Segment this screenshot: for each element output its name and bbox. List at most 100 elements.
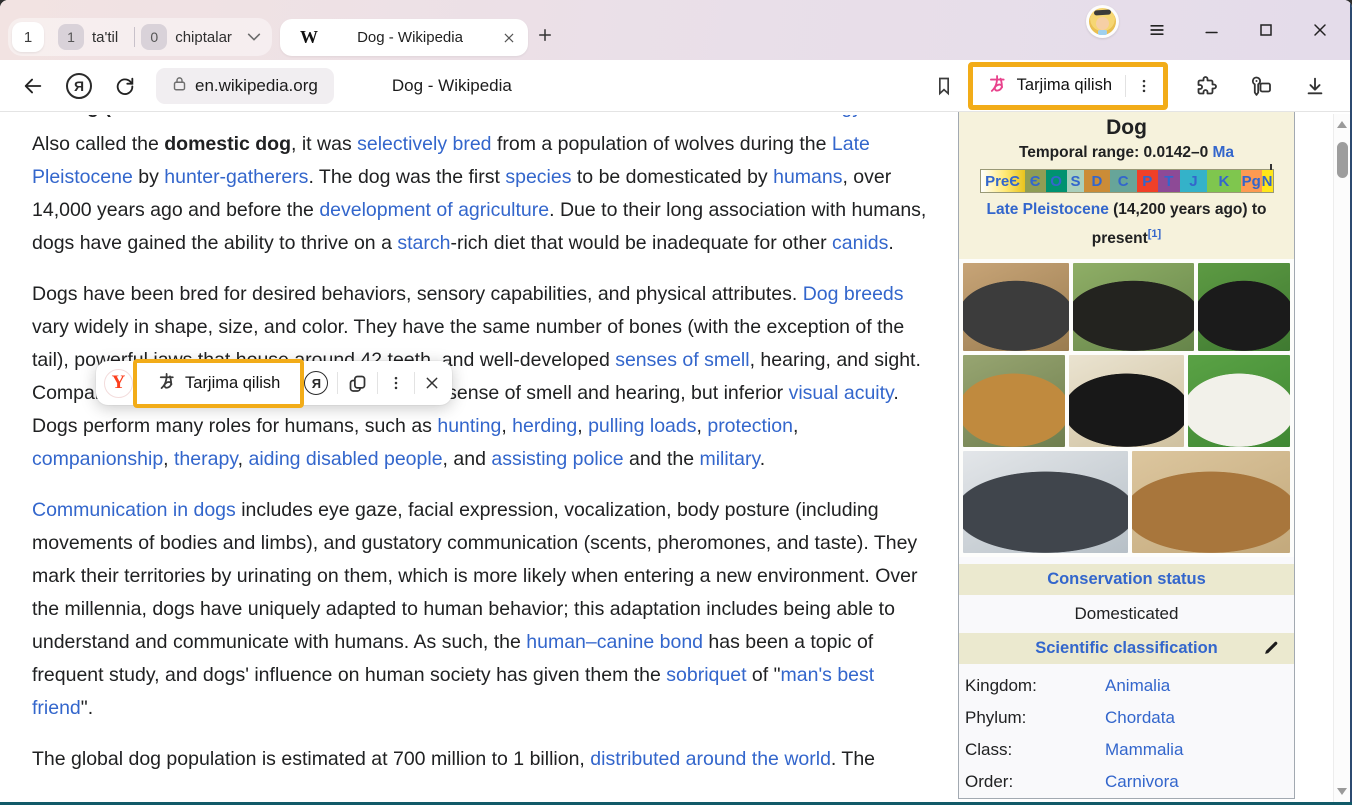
tab-group-tatil[interactable]: 1 ta'til xyxy=(58,24,118,50)
dog-photo-sled-dogs-snow[interactable] xyxy=(963,451,1128,553)
wiki-link[interactable]: hunting xyxy=(437,415,501,437)
groups-chevron-down-icon[interactable] xyxy=(246,31,262,43)
ma-link[interactable]: Ma xyxy=(1213,144,1235,161)
wiki-link[interactable]: gy xyxy=(841,115,862,124)
scientific-classification-link[interactable]: Scientific classification xyxy=(1035,639,1217,657)
wiki-link[interactable]: visual acuity xyxy=(789,382,894,404)
yandex-logo-icon[interactable]: Y xyxy=(104,369,133,398)
timescale-segment-J[interactable]: J xyxy=(1180,170,1207,192)
wiki-link[interactable]: Communication in dogs xyxy=(32,499,236,521)
photo-row xyxy=(963,263,1290,351)
text: The global dog population is estimated a… xyxy=(32,748,590,770)
classification-value-link[interactable]: Chordata xyxy=(1105,708,1175,728)
conservation-status-link[interactable]: Conservation status xyxy=(1047,570,1206,588)
scroll-up-arrow[interactable] xyxy=(1337,121,1347,128)
active-group-count: 1 xyxy=(24,29,32,46)
translate-button[interactable]: Tarjima qilish xyxy=(973,67,1163,105)
wiki-link[interactable]: Dog breeds xyxy=(803,283,904,305)
dog-photo-dog-with-puppies-sand[interactable] xyxy=(1132,451,1290,553)
yandex-button[interactable]: Я xyxy=(66,73,92,99)
reference-link[interactable]: [1] xyxy=(1148,228,1161,240)
timescale-segment-K[interactable]: K xyxy=(1207,170,1241,192)
classification-row: Kingdom:Animalia xyxy=(965,670,1294,702)
scroll-down-arrow[interactable] xyxy=(1337,788,1347,795)
wiki-link[interactable]: starch xyxy=(397,232,450,254)
timescale-segment-Pg[interactable]: Pg xyxy=(1241,170,1262,192)
wiki-link[interactable]: Late Pleistocene xyxy=(987,201,1109,218)
tab-dog-wikipedia[interactable]: W Dog - Wikipedia xyxy=(280,19,528,56)
edit-pencil-icon[interactable] xyxy=(1263,639,1280,656)
text: Dogs have been bred for desired behavior… xyxy=(32,283,803,305)
text: (14,200 years ago) to present xyxy=(1092,201,1267,247)
copy-icon[interactable] xyxy=(347,373,368,394)
wiki-link[interactable]: herding xyxy=(512,415,577,437)
dog-photo-golden-retriever-water[interactable] xyxy=(963,355,1065,447)
translate-button-highlight: Tarjima qilish xyxy=(968,62,1168,110)
wiki-link[interactable]: human–canine bond xyxy=(526,631,703,653)
selection-translate-label: Tarjima qilish xyxy=(185,374,280,393)
text: , xyxy=(793,415,798,437)
page-content: g (gy Also called the domestic dog, it w… xyxy=(0,112,1352,805)
page-scrollbar[interactable] xyxy=(1333,114,1350,802)
wiki-link[interactable]: therapy xyxy=(174,448,238,470)
window-maximize-button[interactable] xyxy=(1256,20,1276,40)
wiki-link[interactable]: distributed around the world xyxy=(590,748,831,770)
text: Also called the xyxy=(32,133,164,155)
timescale-segment-S[interactable]: S xyxy=(1067,170,1085,192)
new-tab-button[interactable] xyxy=(536,26,554,44)
wiki-link[interactable]: humans xyxy=(773,166,842,188)
browser-menu-icon[interactable] xyxy=(1147,20,1167,40)
back-button[interactable] xyxy=(22,75,44,97)
wiki-link[interactable]: senses of smell xyxy=(615,349,749,371)
timescale-segment-O[interactable]: O xyxy=(1046,170,1067,192)
wiki-link[interactable]: hunter-gatherers xyxy=(164,166,308,188)
classification-value-link[interactable]: Mammalia xyxy=(1105,740,1183,760)
timescale-segment-C[interactable]: C xyxy=(1110,170,1137,192)
timescale-segment-PreЄ[interactable]: PreЄ xyxy=(981,170,1025,192)
selection-close-icon[interactable] xyxy=(424,375,440,391)
wiki-link[interactable]: protection xyxy=(707,415,793,437)
window-minimize-button[interactable] xyxy=(1202,20,1222,40)
text: of " xyxy=(746,664,780,686)
timescale-segment-N[interactable]: N xyxy=(1262,170,1273,192)
classification-value-link[interactable]: Carnivora xyxy=(1105,772,1179,792)
password-manager-icon[interactable] xyxy=(1248,74,1274,98)
search-in-yandex-icon[interactable]: Я xyxy=(304,371,328,395)
dog-photo-black-dog-snow[interactable] xyxy=(1069,355,1185,447)
tab-group-chiptalar[interactable]: 0 chiptalar xyxy=(141,24,232,50)
profile-avatar[interactable] xyxy=(1086,5,1119,38)
wiki-link[interactable]: military xyxy=(699,448,759,470)
dog-photo-japanese-chin-grass[interactable] xyxy=(1198,263,1290,351)
dog-photo-black-white-dog-field[interactable] xyxy=(1073,263,1193,351)
selection-translate-button[interactable]: Tarjima qilish xyxy=(145,363,292,404)
timescale-segment-T[interactable]: T xyxy=(1158,170,1180,192)
dog-photo-herding-dog-running[interactable] xyxy=(963,263,1069,351)
wiki-link[interactable]: assisting police xyxy=(491,448,623,470)
reload-button[interactable] xyxy=(114,75,136,97)
timescale-segment-Є[interactable]: Є xyxy=(1025,170,1046,192)
wiki-link[interactable]: canids xyxy=(832,232,888,254)
wiki-link[interactable]: companionship xyxy=(32,448,163,470)
active-tab-group-button[interactable]: 1 xyxy=(12,22,44,52)
timescale-segment-D[interactable]: D xyxy=(1084,170,1109,192)
downloads-icon[interactable] xyxy=(1304,75,1326,97)
selection-more-icon[interactable] xyxy=(387,374,405,392)
classification-value-link[interactable]: Animalia xyxy=(1105,676,1170,696)
wiki-link[interactable]: aiding disabled people xyxy=(248,448,442,470)
timescale-segment-P[interactable]: P xyxy=(1137,170,1158,192)
wiki-link[interactable]: pulling loads xyxy=(588,415,696,437)
wiki-link[interactable]: selectively bred xyxy=(357,133,491,155)
scrollbar-thumb[interactable] xyxy=(1337,142,1348,178)
wiki-link[interactable]: sobriquet xyxy=(666,664,746,686)
bookmark-icon[interactable] xyxy=(934,75,954,97)
text: ". xyxy=(81,697,93,719)
text: from a population of wolves during the xyxy=(492,133,832,155)
dog-photo-jack-russell-terrier[interactable] xyxy=(1188,355,1290,447)
wiki-link[interactable]: development of agriculture xyxy=(319,199,549,221)
translate-more-icon[interactable] xyxy=(1135,77,1153,95)
tab-close-icon[interactable] xyxy=(502,31,516,45)
window-close-button[interactable] xyxy=(1310,20,1330,40)
wiki-link[interactable]: species xyxy=(505,166,571,188)
address-bar[interactable]: en.wikipedia.org xyxy=(156,68,334,104)
extensions-puzzle-icon[interactable] xyxy=(1194,74,1218,98)
